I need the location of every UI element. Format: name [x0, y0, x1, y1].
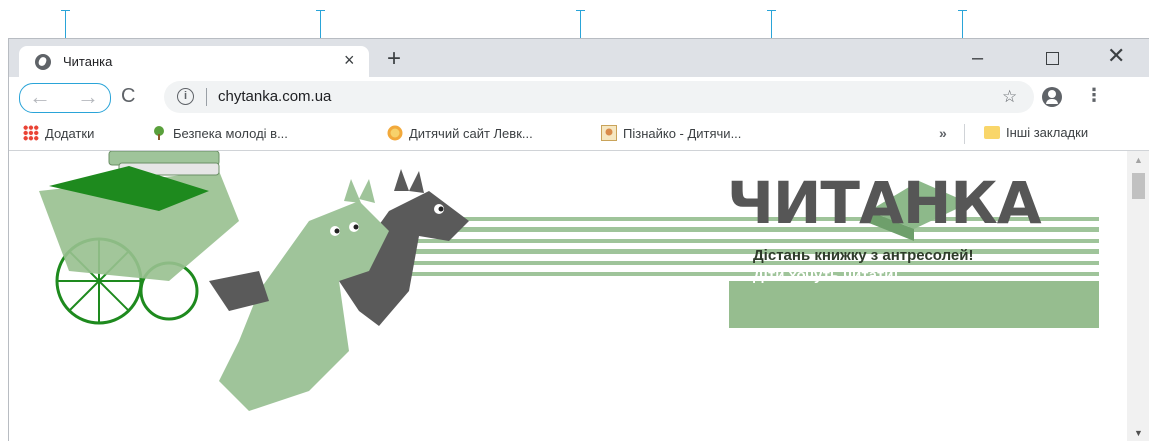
reload-icon[interactable]: C [121, 85, 135, 108]
bookmark-label: Дитячий сайт Левк... [409, 126, 533, 141]
globe-icon [35, 54, 51, 70]
slogan-band [729, 281, 1099, 328]
url-text[interactable]: chytanka.com.ua [218, 88, 331, 105]
more-bookmarks-icon[interactable]: » [939, 125, 947, 141]
apps-icon [23, 125, 39, 141]
page-content: ЧИТАНКА Дістань книжку з антресолей! Діт… [9, 151, 1127, 441]
bookmark-youth-safety[interactable]: Безпека молоді в... [151, 125, 288, 141]
folder-icon [984, 126, 1000, 139]
profile-avatar-icon[interactable] [1042, 87, 1062, 107]
scroll-thumb[interactable] [1132, 173, 1145, 199]
new-tab-button[interactable]: + [387, 47, 401, 71]
site-logo-title: ЧИТАНКА [727, 169, 1042, 237]
back-arrow-icon[interactable]: ← [29, 84, 51, 110]
minimize-button[interactable]: – [972, 47, 983, 70]
bookmark-lion-site[interactable]: Дитячий сайт Левк... [387, 125, 533, 141]
browser-tab[interactable]: Читанка × [19, 46, 369, 77]
banner-subtitle: Діти хочуть читати! [753, 267, 899, 284]
browser-window: Читанка × + – ✕ ← → C i chytanka.com.ua … [8, 38, 1149, 441]
bookmark-label: Пізнайко - Дитячи... [623, 126, 742, 141]
address-separator [206, 88, 207, 106]
maximize-button[interactable] [1046, 52, 1059, 65]
tab-title: Читанка [63, 54, 113, 69]
tree-icon [151, 125, 167, 141]
scroll-up-arrow-icon[interactable]: ▲ [1134, 155, 1143, 165]
scroll-down-arrow-icon[interactable]: ▼ [1134, 428, 1143, 438]
menu-icon[interactable]: ⋮ [1085, 85, 1103, 106]
bookmark-label: Додатки [45, 126, 95, 141]
other-bookmarks-label: Інші закладки [1006, 125, 1089, 140]
forward-arrow-icon[interactable]: → [77, 84, 99, 110]
close-tab-icon[interactable]: × [344, 50, 355, 70]
bookmarks-separator [964, 124, 965, 144]
address-bar[interactable]: i chytanka.com.ua ☆ [164, 81, 1034, 113]
bookmarks-bar: Додатки Безпека молоді в... Дитячий сайт… [9, 117, 1149, 151]
bookmark-label: Безпека молоді в... [173, 126, 288, 141]
banner-slogan: Дістань книжку з антресолей! [753, 247, 974, 264]
other-bookmarks[interactable]: Інші закладки [984, 125, 1088, 140]
title-bar: Читанка × + – ✕ [9, 39, 1149, 77]
bookmark-star-icon[interactable]: ☆ [1002, 87, 1017, 107]
vertical-scrollbar[interactable]: ▲ ▼ [1127, 151, 1149, 441]
close-window-button[interactable]: ✕ [1107, 43, 1125, 69]
bookmark-apps[interactable]: Додатки [23, 125, 94, 141]
toolbar: ← → C i chytanka.com.ua ☆ ⋮ [9, 77, 1149, 117]
bookmark-piznaiko[interactable]: Пізнайко - Дитячи... [601, 125, 741, 141]
info-icon[interactable]: i [177, 88, 194, 105]
picture-icon [601, 125, 617, 141]
lion-icon [387, 125, 403, 141]
